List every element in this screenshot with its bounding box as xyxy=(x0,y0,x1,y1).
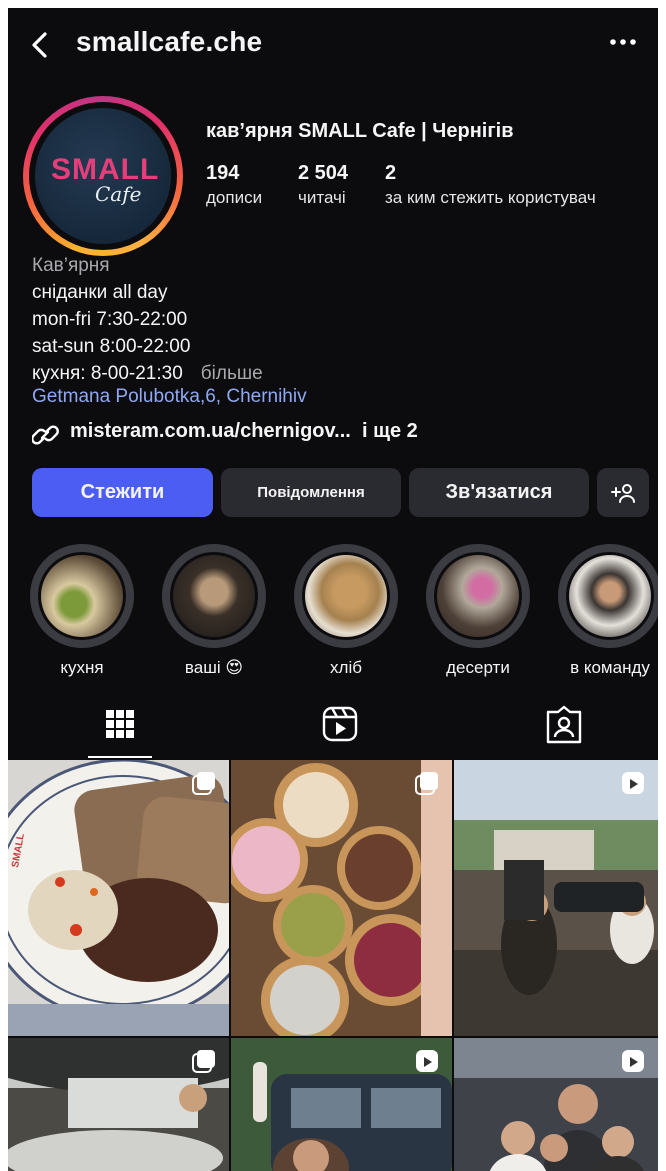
grid-icon xyxy=(106,710,134,738)
tab-reels[interactable] xyxy=(310,702,370,762)
bio-line: mon-fri 7:30-22:00 xyxy=(32,309,188,330)
bio-line: sat-sun 8:00-22:00 xyxy=(32,336,191,357)
link-icon xyxy=(32,425,59,445)
add-user-icon xyxy=(611,483,635,503)
website-link[interactable]: misteram.com.ua/chernigov... і ще 2 xyxy=(70,420,418,443)
avatar-logo-script: Cafe xyxy=(95,182,142,206)
posts-grid: SMALL xyxy=(8,760,658,1171)
message-button[interactable]: Повідомлення xyxy=(221,468,401,517)
carousel-icon xyxy=(192,772,215,795)
highlight-yours[interactable]: ваші 😍 xyxy=(162,544,266,694)
highlight-team[interactable]: в команду xyxy=(558,544,658,694)
avatar: SMALL Cafe xyxy=(35,108,171,244)
highlight-label: ваші 😍 xyxy=(184,658,244,677)
more-link[interactable]: більше xyxy=(201,363,263,384)
reel-icon xyxy=(622,1050,644,1072)
bio-line-with-more: кухня: 8-00-21:30 більше xyxy=(32,360,263,387)
more-links[interactable]: і ще 2 xyxy=(362,420,418,442)
highlight-label: кухня xyxy=(60,658,104,677)
tab-posts[interactable] xyxy=(90,702,150,762)
followers-label[interactable]: читачі xyxy=(298,188,346,208)
follow-button[interactable]: Стежити xyxy=(32,468,213,517)
profile-screen: smallcafe.che SMALL Cafe кав’ярня SMALL … xyxy=(8,8,658,1171)
tagged-icon xyxy=(546,705,582,744)
display-name: кав’ярня SMALL Cafe | Чернігів xyxy=(206,120,514,142)
bio-line: кухня: 8-00-21:30 xyxy=(32,363,183,384)
post-tile[interactable] xyxy=(231,760,452,1036)
post-tile[interactable] xyxy=(454,760,658,1036)
posts-count[interactable]: 194 xyxy=(206,162,239,185)
highlight-bread[interactable]: хліб xyxy=(294,544,398,694)
highlight-desserts[interactable]: десерти xyxy=(426,544,530,694)
highlight-label: хліб xyxy=(330,658,362,677)
add-user-button[interactable] xyxy=(597,468,649,517)
followers-count[interactable]: 2 504 xyxy=(298,162,348,185)
highlight-label: в команду xyxy=(570,658,650,677)
posts-label[interactable]: дописи xyxy=(206,188,262,208)
reels-icon xyxy=(322,706,358,742)
active-tab-indicator xyxy=(88,756,152,758)
story-ring[interactable]: SMALL Cafe xyxy=(23,96,183,256)
carousel-icon xyxy=(415,772,438,795)
post-tile[interactable]: SMALL xyxy=(8,760,229,1036)
following-count[interactable]: 2 xyxy=(385,162,396,185)
post-tile[interactable] xyxy=(231,1038,452,1171)
top-bar: smallcafe.che xyxy=(8,8,658,78)
bio-category: Кав’ярня xyxy=(32,255,110,276)
address-link[interactable]: Getmana Polubotka,6, Chernihiv xyxy=(32,386,307,408)
carousel-icon xyxy=(192,1050,215,1073)
contact-button[interactable]: Зв'язатися xyxy=(409,468,589,517)
post-tile[interactable] xyxy=(454,1038,658,1171)
post-tile[interactable] xyxy=(8,1038,229,1171)
tab-tagged[interactable] xyxy=(534,702,594,762)
back-icon[interactable] xyxy=(26,30,56,60)
bio-line: сніданки all day xyxy=(32,282,168,303)
reel-icon xyxy=(622,772,644,794)
following-label[interactable]: за ким стежить користувач xyxy=(385,188,596,208)
reel-icon xyxy=(416,1050,438,1072)
profile-username: smallcafe.che xyxy=(76,26,263,57)
more-options-icon[interactable] xyxy=(608,36,638,48)
highlight-label: десерти xyxy=(446,658,510,677)
website-url[interactable]: misteram.com.ua/chernigov... xyxy=(70,420,351,442)
highlight-kitchen[interactable]: кухня xyxy=(30,544,134,694)
